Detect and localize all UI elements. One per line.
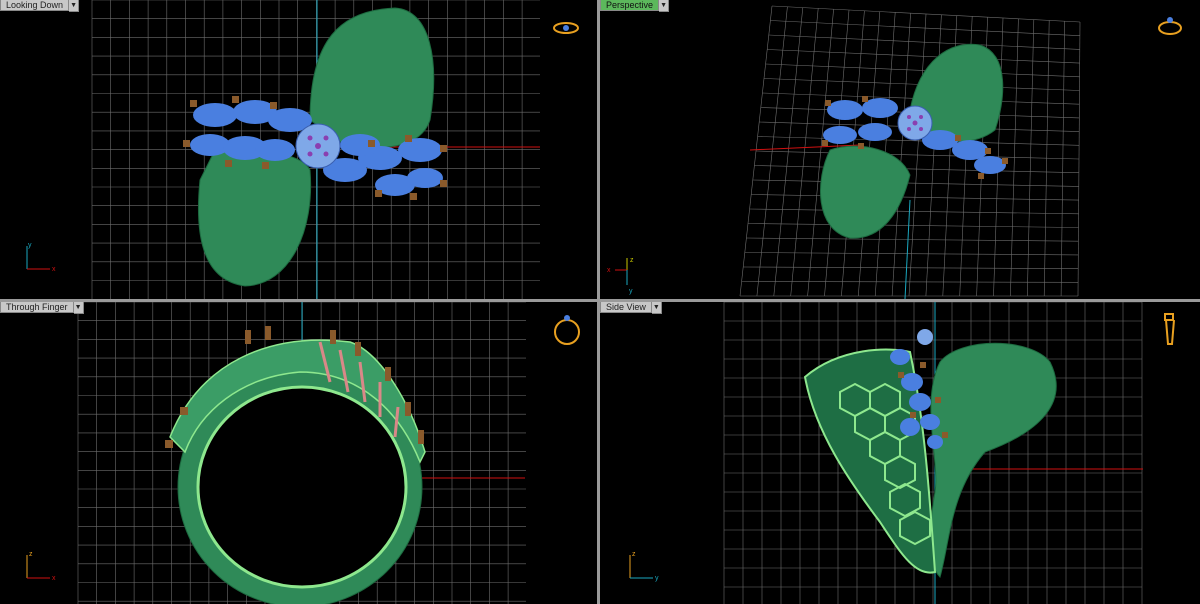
axis-label-x: x	[52, 266, 56, 273]
axis-gizmo	[26, 246, 50, 270]
viewport-tab[interactable]: Perspective ▼	[600, 0, 670, 12]
perspective-canvas[interactable]: z x y	[600, 0, 1200, 299]
ring-band-right	[929, 342, 1057, 578]
ring-side-view-icon[interactable]	[1164, 313, 1175, 345]
dropdown-arrow-icon[interactable]: ▼	[651, 302, 662, 314]
axis-label-y: y	[655, 575, 659, 582]
dropdown-arrow-icon[interactable]: ▼	[73, 302, 84, 314]
axis-label-z: z	[29, 551, 33, 558]
side-view-canvas[interactable]: z y	[600, 302, 1200, 604]
dropdown-arrow-icon[interactable]: ▼	[659, 0, 670, 12]
axis-label-z: z	[632, 551, 636, 558]
viewport-looking-down[interactable]: y x Looking Down ▼	[0, 0, 597, 299]
axis-gizmo	[26, 555, 50, 579]
axis-label-x: x	[607, 267, 611, 274]
axis-label-z: z	[630, 257, 634, 264]
ring-perspective-icon[interactable]	[1158, 17, 1182, 35]
viewport-perspective[interactable]: z x y Perspective ▼	[600, 0, 1200, 299]
viewport-label[interactable]: Through Finger	[0, 302, 74, 313]
axis-gizmo	[629, 555, 653, 579]
z-axis-line	[904, 199, 911, 299]
viewport-tab[interactable]: Side View ▼	[600, 302, 662, 314]
viewport-label[interactable]: Perspective	[600, 0, 660, 11]
axis-label-x: x	[52, 575, 56, 582]
viewport-side-view[interactable]: z y Side View ▼	[600, 302, 1200, 604]
ring-band-lower	[198, 149, 312, 287]
through-finger-canvas[interactable]: z x	[0, 302, 597, 604]
axis-label-y: y	[629, 288, 633, 295]
axis-label-y: y	[28, 242, 32, 249]
dropdown-arrow-icon[interactable]: ▼	[69, 0, 80, 12]
viewport-label[interactable]: Side View	[600, 302, 652, 313]
viewport-label[interactable]: Looking Down	[0, 0, 70, 11]
ring-front-view-icon[interactable]	[554, 315, 580, 345]
viewport-tab[interactable]: Looking Down ▼	[0, 0, 80, 12]
axis-gizmo	[615, 258, 628, 285]
viewport-tab[interactable]: Through Finger ▼	[0, 302, 84, 314]
looking-down-canvas[interactable]: y x	[0, 0, 597, 299]
grid	[739, 5, 1081, 297]
viewport-through-finger[interactable]: z x Through Finger ▼	[0, 302, 597, 604]
ring-top-view-icon[interactable]	[553, 22, 579, 34]
